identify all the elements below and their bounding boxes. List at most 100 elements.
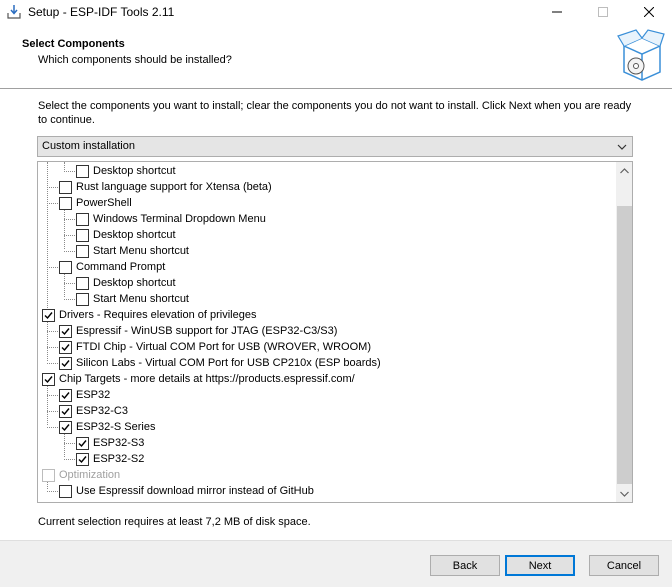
cancel-button[interactable]: Cancel bbox=[589, 555, 659, 576]
tree-connector bbox=[64, 443, 75, 444]
component-checkbox[interactable] bbox=[59, 260, 72, 274]
component-checkbox[interactable] bbox=[59, 388, 72, 402]
component-checkbox[interactable] bbox=[42, 308, 55, 322]
component-item[interactable]: Espressif - WinUSB support for JTAG (ESP… bbox=[59, 323, 337, 339]
component-checkbox[interactable] bbox=[59, 484, 72, 498]
component-item[interactable]: ESP32-S3 bbox=[76, 435, 144, 451]
component-item[interactable]: FTDI Chip - Virtual COM Port for USB (WR… bbox=[59, 339, 371, 355]
header-divider bbox=[0, 88, 672, 89]
component-label: PowerShell bbox=[76, 197, 132, 209]
component-label: Desktop shortcut bbox=[93, 277, 176, 289]
tree-connector bbox=[47, 363, 58, 364]
component-checkbox[interactable] bbox=[59, 340, 72, 354]
component-checkbox[interactable] bbox=[59, 196, 72, 210]
components-tree[interactable]: Desktop shortcut Rust language support fo… bbox=[37, 161, 633, 503]
tree-connector bbox=[47, 203, 58, 204]
component-item[interactable]: ESP32-C3 bbox=[59, 403, 128, 419]
component-item[interactable]: Start Menu shortcut bbox=[76, 291, 189, 307]
component-label: Use Espressif download mirror instead of… bbox=[76, 485, 314, 497]
tree-connector bbox=[47, 347, 58, 348]
component-item[interactable]: Start Menu shortcut bbox=[76, 243, 189, 259]
tree-connector bbox=[64, 433, 65, 457]
component-label: ESP32-S Series bbox=[76, 421, 156, 433]
component-item[interactable]: Use Espressif download mirror instead of… bbox=[59, 483, 314, 499]
tree-connector bbox=[64, 162, 65, 170]
component-checkbox[interactable] bbox=[76, 228, 89, 242]
component-checkbox[interactable] bbox=[42, 372, 55, 386]
scroll-up-arrow-icon[interactable] bbox=[616, 162, 632, 179]
component-item[interactable]: ESP32-S Series bbox=[59, 419, 155, 435]
tree-connector bbox=[47, 411, 58, 412]
component-checkbox[interactable] bbox=[76, 292, 89, 306]
component-checkbox[interactable] bbox=[76, 164, 89, 178]
component-label: Start Menu shortcut bbox=[93, 245, 189, 257]
tree-scrollbar[interactable] bbox=[616, 162, 632, 502]
tree-connector bbox=[47, 331, 58, 332]
install-box-icon bbox=[616, 28, 666, 84]
component-item[interactable]: PowerShell bbox=[59, 195, 132, 211]
component-label: Desktop shortcut bbox=[93, 165, 176, 177]
next-button[interactable]: Next bbox=[505, 555, 575, 576]
scroll-down-arrow-icon[interactable] bbox=[616, 485, 632, 502]
tree-connector bbox=[47, 187, 58, 188]
component-checkbox[interactable] bbox=[59, 404, 72, 418]
component-checkbox[interactable] bbox=[76, 212, 89, 226]
component-label: Desktop shortcut bbox=[93, 229, 176, 241]
tree-connector bbox=[64, 459, 75, 460]
component-item[interactable]: Drivers - Requires elevation of privileg… bbox=[42, 307, 256, 323]
minimize-button[interactable] bbox=[534, 0, 580, 24]
component-item[interactable]: Chip Targets - more details at https://p… bbox=[42, 371, 355, 387]
component-item[interactable]: Desktop shortcut bbox=[76, 227, 176, 243]
component-item[interactable]: Command Prompt bbox=[59, 259, 165, 275]
component-label: Command Prompt bbox=[76, 261, 166, 273]
component-label: Silicon Labs - Virtual COM Port for USB … bbox=[76, 357, 381, 369]
component-checkbox[interactable] bbox=[59, 420, 72, 434]
component-label: ESP32-C3 bbox=[76, 405, 128, 417]
component-checkbox[interactable] bbox=[59, 324, 72, 338]
component-item[interactable]: Silicon Labs - Virtual COM Port for USB … bbox=[59, 355, 381, 371]
component-checkbox[interactable] bbox=[59, 356, 72, 370]
component-checkbox[interactable] bbox=[59, 180, 72, 194]
setup-app-icon bbox=[6, 4, 22, 20]
component-checkbox[interactable] bbox=[76, 244, 89, 258]
window-title: Setup - ESP-IDF Tools 2.11 bbox=[28, 5, 175, 19]
installation-type-value: Custom installation bbox=[42, 140, 135, 152]
disk-space-text: Current selection requires at least 7,2 … bbox=[38, 516, 311, 528]
tree-connector bbox=[64, 299, 75, 300]
tree-connector bbox=[47, 267, 58, 268]
instructions-text: Select the components you want to instal… bbox=[38, 100, 632, 126]
component-item[interactable]: Windows Terminal Dropdown Menu bbox=[76, 211, 266, 227]
back-button[interactable]: Back bbox=[430, 555, 500, 576]
component-item[interactable]: Rust language support for Xtensa (beta) bbox=[59, 179, 272, 195]
tree-connector bbox=[47, 385, 48, 425]
component-checkbox[interactable] bbox=[76, 452, 89, 466]
component-item[interactable]: ESP32-S2 bbox=[76, 451, 144, 467]
component-checkbox[interactable] bbox=[76, 436, 89, 450]
component-checkbox[interactable] bbox=[76, 276, 89, 290]
component-item[interactable]: Desktop shortcut bbox=[76, 275, 176, 291]
installation-type-dropdown[interactable]: Custom installation bbox=[37, 136, 633, 157]
component-label: Optimization bbox=[59, 469, 121, 481]
component-item[interactable]: ESP32 bbox=[59, 387, 110, 403]
component-label: ESP32 bbox=[76, 389, 111, 401]
close-button[interactable] bbox=[626, 0, 672, 24]
tree-connector bbox=[64, 219, 75, 220]
tree-connector bbox=[47, 162, 48, 314]
component-item: Optimization bbox=[42, 467, 120, 483]
tree-connector bbox=[64, 209, 65, 249]
component-label: ESP32-S2 bbox=[93, 453, 145, 465]
component-item[interactable]: Desktop shortcut bbox=[76, 163, 176, 179]
tree-connector bbox=[64, 273, 65, 297]
component-label: Chip Targets - more details at https://p… bbox=[59, 373, 355, 385]
component-label: FTDI Chip - Virtual COM Port for USB (WR… bbox=[76, 341, 371, 353]
tree-connector bbox=[64, 283, 75, 284]
tree-connector bbox=[47, 321, 48, 361]
tree-connector bbox=[47, 395, 58, 396]
component-label: Drivers - Requires elevation of privileg… bbox=[59, 309, 257, 321]
component-label: Espressif - WinUSB support for JTAG (ESP… bbox=[76, 325, 338, 337]
component-label: Rust language support for Xtensa (beta) bbox=[76, 181, 272, 193]
chevron-down-icon bbox=[616, 141, 628, 153]
scrollbar-thumb[interactable] bbox=[617, 206, 632, 484]
tree-connector bbox=[64, 235, 75, 236]
tree-connector bbox=[64, 251, 75, 252]
